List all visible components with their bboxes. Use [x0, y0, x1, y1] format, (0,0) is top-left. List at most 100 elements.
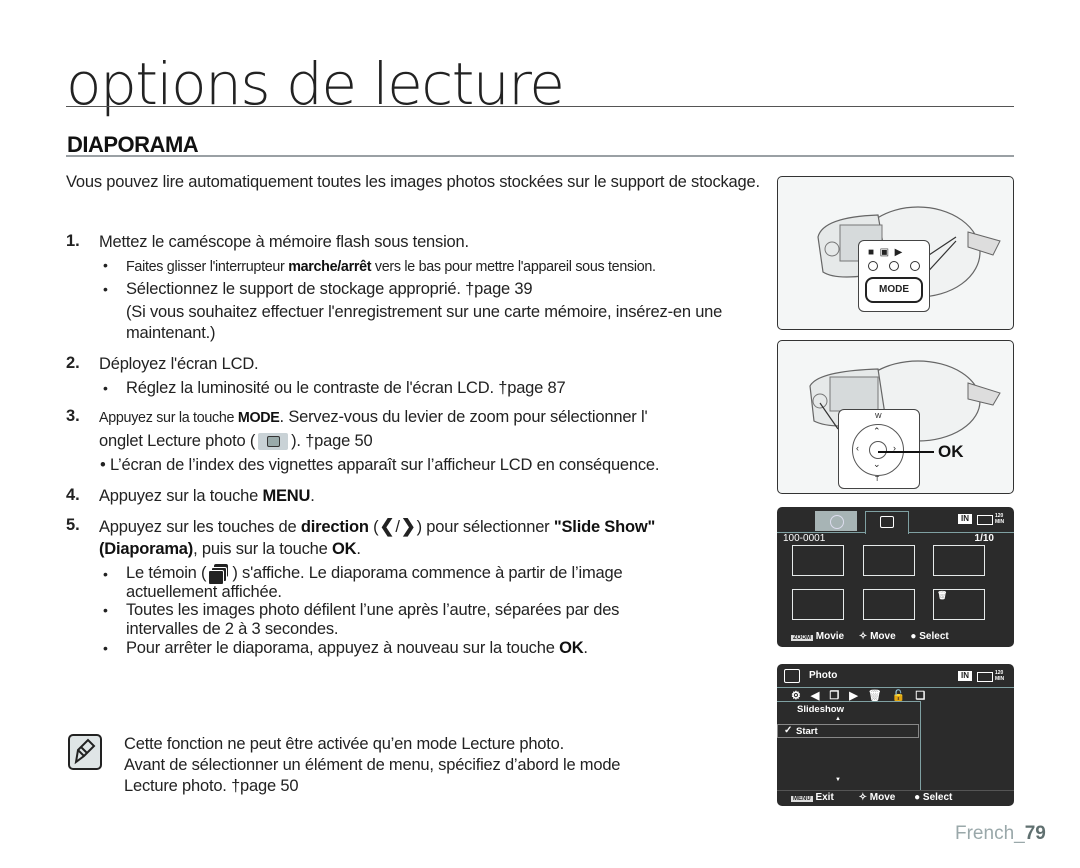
title-divider [66, 106, 1014, 107]
note-line: Lecture photo. †page 50 [124, 777, 299, 795]
step-text-line2: (Diaporama), puis sur la touche OK. [99, 540, 361, 558]
bullet-text-line2: intervalles de 2 à 3 secondes. [126, 620, 339, 638]
page-footer: French_79 [955, 823, 1046, 844]
page-title: options de lecture [66, 50, 565, 118]
bullet-text: Toutes les images photo défilent l’une a… [126, 601, 620, 619]
bullet: • [103, 281, 108, 297]
bullet: • [103, 380, 108, 396]
bullet-text: • L’écran de l’index des vignettes appar… [100, 456, 660, 474]
note-line: Avant de sélectionner un élément de menu… [124, 756, 621, 774]
photo-playback-tab-icon [258, 433, 289, 451]
bullet: • [103, 566, 108, 582]
file-number: 100-0001 [783, 533, 826, 544]
step-text: Appuyez sur la touche MENU. [99, 487, 315, 505]
move-icon: ✧ [858, 631, 868, 642]
bullet-text: Pour arrêter le diaporama, appuyez à nou… [126, 639, 588, 657]
bullet: • [103, 640, 108, 656]
intro-text: Vous pouvez lire automatiquement toutes … [66, 173, 760, 191]
thumbnail[interactable] [863, 589, 915, 620]
battery-icon [977, 515, 993, 525]
thumbnail[interactable]: 🗑 [933, 589, 985, 620]
step-text-line2: onglet Lecture photo (). †page 50 [99, 432, 373, 451]
slideshow-icon [208, 563, 230, 585]
zoom-key-icon: ZOOM [791, 635, 813, 641]
camcorder-ok-illustration: W ⌃ ‹ › ⌄ T OK [777, 340, 1014, 494]
remaining-time: 120 MIN [995, 513, 1005, 525]
battery-icon [977, 672, 993, 682]
chevron-left-icon: ‹ [856, 443, 859, 453]
menu-mode-title: Photo [809, 670, 838, 681]
mode-callout: ■ ▣ ▶ MODE [858, 240, 930, 312]
step-number: 5. [66, 516, 80, 534]
step-text: Appuyez sur les touches de direction (❮/… [99, 516, 656, 536]
ok-callout: W ⌃ ‹ › ⌄ T [838, 409, 920, 489]
bullet-text: Faites glisser l'interrupteur marche/arr… [126, 259, 656, 275]
mode-led [889, 261, 899, 271]
menu-key-icon: MENU [791, 796, 813, 802]
thumbnail[interactable] [863, 545, 915, 576]
check-icon: ✓ [784, 725, 793, 736]
footer-label: Movie [815, 631, 845, 642]
camcorder-mode-illustration: ■ ▣ ▶ MODE [777, 176, 1014, 330]
ok-label: OK [938, 442, 964, 461]
bullet-text: Sélectionnez le support de stockage appr… [126, 280, 533, 298]
chevron-down-icon: ⌄ [873, 459, 881, 469]
ok-button-icon: ● [910, 631, 917, 642]
lcd-footer: MENU Exit ✧ Move ● Select [791, 792, 952, 803]
footer-label: Move [870, 631, 896, 642]
footer-label: Select [919, 631, 949, 642]
bullet: • [103, 602, 108, 618]
move-icon: ✧ [858, 792, 867, 803]
mode-led [910, 261, 920, 271]
bullet: • [103, 257, 108, 273]
mode-indicators: ■ ▣ ▶ [868, 247, 903, 258]
step-number: 4. [66, 486, 80, 504]
remaining-time: 120 MIN [995, 670, 1005, 682]
ok-pointer-line [878, 451, 934, 453]
step-text: Mettez le caméscope à mémoire flash sous… [99, 233, 469, 251]
lcd-footer: ZOOM Movie ✧ Move ● Select [791, 631, 949, 642]
menu-item-label: Start [796, 726, 818, 737]
storage-icon: IN [958, 671, 972, 681]
scroll-up-icon: ▲ [835, 716, 841, 722]
step-extra-text: (Si vous souhaitez effectuer l'enregistr… [126, 303, 723, 342]
photo-mode-icon [784, 669, 800, 683]
note-icon [68, 734, 102, 770]
image-counter: 1/10 [974, 533, 994, 544]
ok-button-icon: ● [914, 792, 921, 803]
step-text: Déployez l'écran LCD. [99, 355, 259, 373]
tab-line [908, 532, 1014, 533]
step-number: 2. [66, 354, 80, 372]
movie-reel-icon [830, 515, 844, 529]
mode-button: MODE [865, 277, 923, 303]
bullet-text: Réglez la luminosité ou le contraste de … [126, 379, 566, 397]
chevron-left-icon: ❮ [379, 516, 395, 536]
bullet-text: Le témoin () s'affiche. Le diaporama com… [126, 563, 623, 585]
zoom-w-label: W [875, 413, 882, 420]
footer-label: Exit [815, 792, 834, 803]
menu-title: Slideshow [797, 704, 844, 715]
tab-photo [865, 511, 909, 534]
lcd-menu-screen: Photo IN 120 MIN ⚙◀❐▶🗑🔓❏ Slideshow ▲ ✓ S… [777, 664, 1014, 806]
mode-led [868, 261, 878, 271]
direction-pad: ⌃ ‹ › ⌄ [852, 424, 904, 476]
tab-movie [815, 511, 857, 531]
note-line: Cette fonction ne peut être activée qu’e… [124, 735, 565, 753]
chevron-up-icon: ⌃ [873, 426, 881, 436]
photo-icon [880, 516, 894, 528]
lcd-thumbnail-screen: IN 120 MIN 100-0001 1/10 🗑 ZOOM Movie ✧ … [777, 507, 1014, 647]
thumbnail[interactable] [792, 545, 844, 576]
delete-mark-icon: 🗑 [937, 591, 948, 600]
bullet: • [100, 456, 110, 474]
ok-center-button [869, 441, 887, 459]
chevron-right-icon: ❯ [400, 516, 416, 536]
thumbnail[interactable] [792, 589, 844, 620]
storage-icon: IN [958, 514, 972, 524]
footer-label: Select [922, 792, 953, 803]
zoom-t-label: T [875, 476, 880, 483]
scroll-down-icon: ▼ [835, 777, 841, 783]
step-number: 3. [66, 407, 80, 425]
thumbnail[interactable] [933, 545, 985, 576]
section-divider [66, 155, 1014, 157]
menu-item-start[interactable]: ✓ Start [777, 724, 919, 738]
